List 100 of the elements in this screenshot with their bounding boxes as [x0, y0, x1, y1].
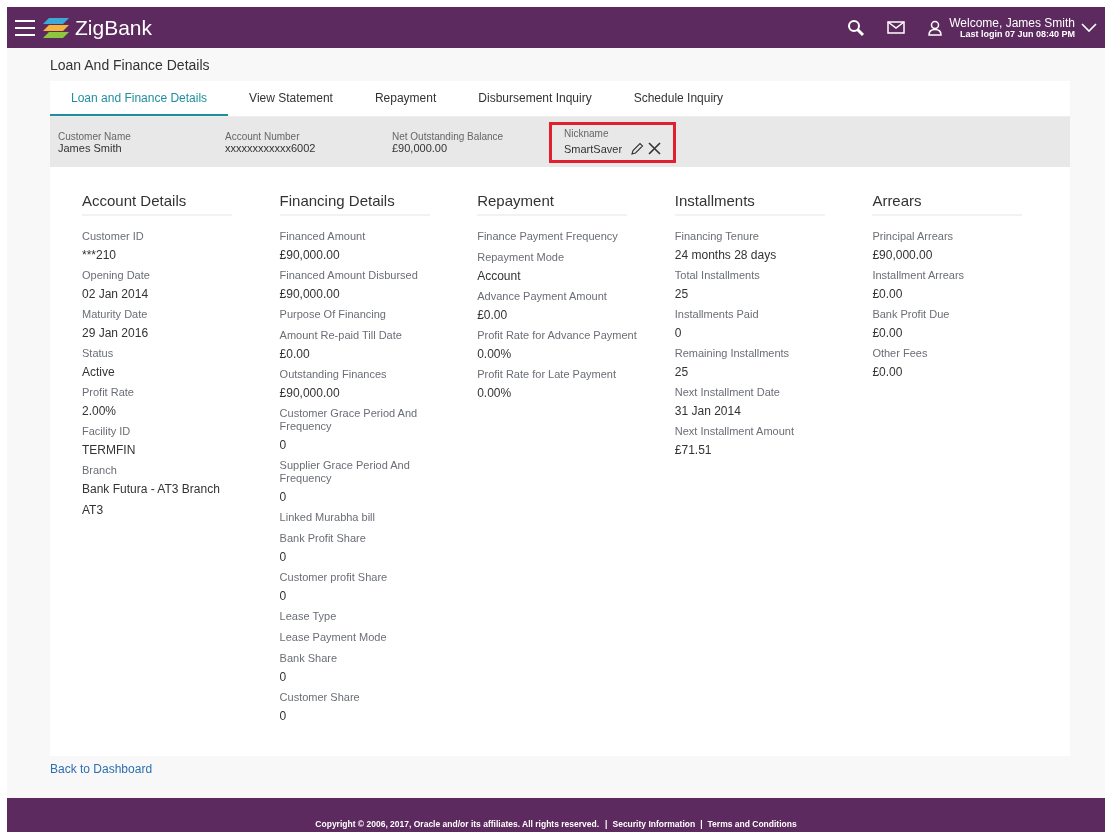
field-label: Installments Paid — [674, 308, 760, 321]
field-value: 25 — [674, 287, 690, 301]
footer-link[interactable]: Security Information — [612, 819, 696, 829]
field-label: Bank Share — [279, 652, 339, 665]
field-value: £90,000.00 — [392, 141, 448, 154]
field-label: Bank Profit Share — [279, 532, 367, 545]
field-label: Lease Payment Mode — [279, 631, 388, 644]
field-label: Remaining Installments — [674, 347, 791, 360]
field-value: Bank Futura - AT3 Branch — [82, 482, 221, 496]
field-label: Nickname — [564, 127, 610, 139]
tab[interactable]: Schedule Inquiry — [612, 81, 745, 116]
field-value: AT3 — [82, 503, 105, 517]
field-value: 0 — [279, 490, 288, 504]
field-value: 2.00% — [82, 404, 118, 418]
field-label: Facility ID — [82, 425, 132, 438]
field-label: Amount Re-paid Till Date — [279, 329, 403, 342]
field-label: Customer profit Share — [279, 571, 389, 584]
field-label: Profit Rate — [82, 386, 135, 399]
field-value: 0 — [279, 589, 288, 603]
field-label: Financed Amount — [279, 230, 367, 243]
separator: | — [699, 819, 704, 829]
field-label: Branch — [82, 464, 118, 477]
field-label: Supplier Grace Period And Frequency — [279, 459, 411, 485]
copyright-text: Copyright © 2006, 2017, Oracle and/or its affiliates. All rights reserved. — [315, 819, 600, 829]
section-heading: Arrears — [872, 192, 1023, 216]
field-value: Active — [82, 365, 116, 379]
field-label: Repayment Mode — [477, 251, 565, 264]
field-label: Customer ID — [82, 230, 145, 243]
field-value: James Smith — [58, 141, 123, 154]
field-label: Customer Grace Period And Frequency — [279, 407, 419, 433]
field-value: £90,000.00 — [279, 386, 341, 400]
field-value: 31 Jan 2014 — [674, 404, 742, 418]
field-label: Profit Rate for Advance Payment — [477, 329, 638, 342]
page-title: Loan And Finance Details — [50, 57, 211, 73]
field-label: Outstanding Finances — [279, 368, 388, 381]
field-label: Account Number — [225, 130, 301, 142]
section-heading: Installments — [674, 192, 825, 216]
section-heading: Account Details — [82, 192, 232, 216]
field-value: 0 — [279, 670, 288, 684]
mail-icon[interactable] — [887, 21, 906, 34]
field-label: Customer Name — [58, 130, 132, 142]
footer-link[interactable]: Terms and Conditions — [707, 819, 797, 829]
back-link[interactable]: Back to Dashboard — [50, 762, 153, 776]
field-value: 0 — [279, 550, 288, 564]
field-value: £90,000.00 — [279, 287, 341, 301]
field-label: Next Installment Date — [674, 386, 781, 399]
field-label: Profit Rate for Late Payment — [477, 368, 617, 381]
chevron-down-icon[interactable] — [1081, 22, 1097, 33]
field-value: £0.00 — [279, 347, 311, 361]
logo-icon — [43, 17, 69, 38]
field-label: Customer Share — [279, 691, 361, 704]
field-label: Bank Profit Due — [872, 308, 951, 321]
section-heading: Repayment — [477, 192, 628, 216]
menu-icon[interactable] — [15, 19, 35, 36]
field-value: ***210 — [82, 248, 118, 262]
field-value: 0 — [674, 326, 683, 340]
field-value: £90,000.00 — [279, 248, 341, 262]
field-label: Purpose Of Financing — [279, 308, 387, 321]
field-label: Financing Tenure — [674, 230, 760, 243]
close-icon[interactable] — [648, 142, 662, 155]
field-value: 0 — [279, 438, 288, 452]
field-label: Next Installment Amount — [674, 425, 795, 438]
field-label: Lease Type — [279, 610, 338, 623]
separator: | — [604, 819, 609, 829]
brand-name: ZigBank — [75, 15, 153, 40]
field-label: Finance Payment Frequency — [477, 230, 619, 243]
field-value: 0.00% — [477, 386, 513, 400]
field-label: Advance Payment Amount — [477, 290, 608, 303]
tab[interactable]: Repayment — [353, 81, 458, 116]
field-label: Linked Murabha bill — [279, 511, 376, 524]
field-label: Principal Arrears — [872, 230, 955, 243]
field-label: Installment Arrears — [872, 269, 966, 282]
tab[interactable]: View Statement — [228, 81, 354, 116]
field-value: £0.00 — [872, 326, 904, 340]
nickname-value: SmartSaver — [564, 142, 623, 155]
field-value: 29 Jan 2016 — [82, 326, 150, 340]
pencil-icon[interactable] — [630, 141, 645, 156]
welcome-text: Welcome, James Smith — [949, 16, 1075, 29]
field-label: Status — [82, 347, 115, 360]
field-value: TERMFIN — [82, 443, 137, 457]
field-value: 02 Jan 2014 — [82, 287, 150, 301]
field-value: £0.00 — [872, 287, 904, 301]
field-label: Maturity Date — [82, 308, 149, 321]
field-value: 25 — [674, 365, 690, 379]
field-value: 0 — [279, 709, 288, 723]
field-value: 24 months 28 days — [674, 248, 778, 262]
field-label: Total Installments — [674, 269, 761, 282]
last-login-text: Last login 07 Jun 08:40 PM — [959, 28, 1075, 39]
field-label: Other Fees — [872, 347, 929, 360]
field-value: 0.00% — [477, 347, 513, 361]
field-label: Financed Amount Disbursed — [279, 269, 419, 282]
field-value: £71.51 — [674, 443, 713, 457]
section-heading: Financing Details — [279, 192, 430, 216]
field-value: £0.00 — [872, 365, 904, 379]
field-value: £0.00 — [477, 308, 509, 322]
tab[interactable]: Disbursement Inquiry — [457, 81, 613, 116]
user-icon[interactable] — [927, 19, 944, 36]
field-label: Opening Date — [82, 269, 151, 282]
field-label: Net Outstanding Balance — [392, 130, 505, 142]
search-icon[interactable] — [847, 18, 866, 37]
